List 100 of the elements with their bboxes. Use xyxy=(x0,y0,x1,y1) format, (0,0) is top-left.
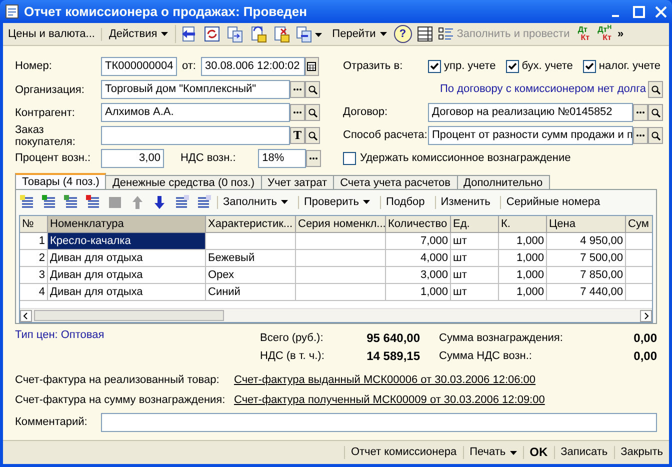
search-button[interactable] xyxy=(648,104,663,121)
input-field[interactable]: Торговый дом "Комплексный" xyxy=(101,80,290,99)
search-icon xyxy=(650,108,660,118)
search-button[interactable] xyxy=(305,81,320,98)
copy-row-icon[interactable] xyxy=(41,194,58,210)
checkbox[interactable] xyxy=(343,152,356,165)
date-field[interactable]: 30.08.006 12:00:02 xyxy=(200,57,305,76)
menu-button[interactable]: Действия xyxy=(106,28,172,40)
price-type-label: Тип цен: Оптовая xyxy=(15,329,106,343)
footer-button[interactable]: Записать xyxy=(554,446,614,459)
table-cell: 7 850,00 xyxy=(547,267,626,284)
percent-field[interactable]: 3,00 xyxy=(100,149,164,168)
table-cell: 3,000 xyxy=(386,267,451,284)
invoice-link[interactable]: Счет-фактура выданный МСК00006 от 30.03.2006 12:06:00 xyxy=(234,374,536,387)
search-button[interactable] xyxy=(648,127,663,144)
search-button[interactable] xyxy=(648,81,663,98)
search-icon xyxy=(308,84,318,94)
refresh-icon[interactable] xyxy=(203,25,222,43)
ok-button[interactable]: OK xyxy=(522,446,554,459)
list-settings-icon[interactable] xyxy=(416,25,434,43)
total-value: 95 640,00 xyxy=(366,332,420,345)
help-button[interactable]: ? xyxy=(394,25,412,43)
reflect-label: Отразить в: xyxy=(343,60,404,73)
table-tool-button[interactable]: Подбор xyxy=(380,196,430,208)
column-header[interactable]: Номенклатура xyxy=(48,216,206,233)
document-unpost-icon[interactable] xyxy=(272,25,290,43)
column-header[interactable]: Ед. xyxy=(451,216,499,233)
choose-button[interactable] xyxy=(633,104,648,121)
footer-button[interactable]: Отчет комиссионера xyxy=(344,446,463,459)
search-button[interactable] xyxy=(305,104,320,121)
scroll-right-icon[interactable] xyxy=(640,310,652,322)
tab[interactable]: Денежные средства (0 поз.) xyxy=(105,175,262,189)
maximize-icon[interactable] xyxy=(633,6,645,18)
tab[interactable]: Дополнительно xyxy=(456,175,550,189)
total-value: 0,00 xyxy=(632,350,657,363)
number-field[interactable]: ТК000000004 xyxy=(101,57,177,76)
checkbox[interactable] xyxy=(506,60,519,73)
table-cell: Синий xyxy=(206,284,296,301)
debt-link[interactable]: По договору с комиссионером нет долга xyxy=(440,83,646,96)
search-button[interactable] xyxy=(305,127,320,144)
copy-icon[interactable] xyxy=(226,25,244,43)
scroll-left-icon[interactable] xyxy=(20,310,32,322)
choose-button[interactable] xyxy=(633,127,648,144)
footer-button[interactable]: Печать xyxy=(462,446,523,459)
comment-field[interactable] xyxy=(101,413,657,432)
sort-ascending-icon[interactable] xyxy=(173,194,190,210)
calendar-button[interactable] xyxy=(304,57,319,76)
horizontal-scrollbar[interactable] xyxy=(20,308,652,322)
tab[interactable]: Учет затрат xyxy=(260,175,334,189)
checklist-icon xyxy=(438,26,454,42)
table-cell: 1,000 xyxy=(499,250,547,267)
column-header[interactable]: Характеристик... xyxy=(206,216,296,233)
table-tool-button[interactable]: Серийные номера xyxy=(500,196,606,208)
footer-button[interactable]: Закрыть xyxy=(614,446,669,459)
close-icon[interactable] xyxy=(655,6,667,18)
table-cell: 4,000 xyxy=(386,250,451,267)
choose-button[interactable] xyxy=(306,150,321,167)
edit-row-icon[interactable] xyxy=(63,194,80,210)
table-cell: шт xyxy=(451,250,499,267)
column-header[interactable]: Цена xyxy=(547,216,626,233)
field-label: Договор: xyxy=(343,106,389,119)
delete-row-icon[interactable] xyxy=(85,194,102,210)
ledger-button[interactable]: Дт$^{Н}$ Кт xyxy=(596,26,614,42)
number-label: Номер: xyxy=(15,60,53,73)
column-header[interactable]: Серия номенкл... xyxy=(296,216,386,233)
table-cell: Диван для отдыха xyxy=(48,250,206,267)
input-field[interactable] xyxy=(101,126,290,145)
tab[interactable]: Счета учета расчетов xyxy=(333,175,458,189)
choose-button[interactable] xyxy=(290,104,305,121)
document-post-icon[interactable] xyxy=(249,25,268,43)
checkbox[interactable] xyxy=(428,60,441,73)
invoice-label: Счет-фактура на сумму вознаграждения: xyxy=(15,394,226,407)
table-tool-button[interactable]: Изменить xyxy=(434,196,496,208)
table-cell: 4 950,00 xyxy=(547,233,626,250)
overflow-button[interactable]: » xyxy=(618,29,624,39)
vat-field[interactable]: 18% xyxy=(258,149,306,168)
choose-button[interactable] xyxy=(290,81,305,98)
tab[interactable]: Товары (4 поз.) xyxy=(15,173,106,189)
caret-icon xyxy=(380,32,387,36)
ledger-button[interactable]: Дт Кт xyxy=(574,26,592,42)
percent-label: Процент возн.: xyxy=(15,152,92,165)
menu-button[interactable]: Перейти xyxy=(329,28,390,40)
column-header[interactable]: К. xyxy=(499,216,547,233)
table-cell: 4 xyxy=(20,284,48,301)
input-field[interactable]: Процент от разности сумм продажи и п xyxy=(428,126,633,145)
table-tool-button[interactable]: Заполнить xyxy=(217,196,294,208)
input-field[interactable]: Алхимов А.А. xyxy=(101,103,290,122)
table-cell: 3 xyxy=(20,267,48,284)
add-row-icon[interactable] xyxy=(19,194,36,210)
checkbox[interactable] xyxy=(582,60,596,73)
sort-descending-icon[interactable] xyxy=(195,194,212,210)
column-header[interactable]: Сум xyxy=(626,216,652,233)
column-header[interactable]: Количество xyxy=(386,216,451,233)
table-cell: 2 xyxy=(20,250,48,267)
prices-currency-button[interactable]: Цены и валюта... xyxy=(5,28,102,40)
table-tool-button[interactable]: Проверить xyxy=(298,196,376,208)
invoice-link[interactable]: Счет-фактура полученный МСК00009 от 30.03.2006 12:09:00 xyxy=(234,394,545,407)
input-field[interactable]: Договор на реализацию №0145852 xyxy=(428,103,633,122)
clear-type-button[interactable]: T xyxy=(290,127,305,144)
ellipsis-icon xyxy=(293,111,302,114)
